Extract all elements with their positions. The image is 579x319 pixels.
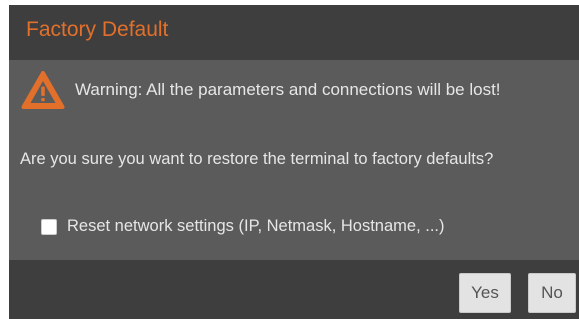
dialog-footer: Yes No: [9, 260, 579, 319]
reset-network-checkbox[interactable]: [41, 218, 57, 235]
confirmation-question: Are you sure you want to restore the ter…: [20, 150, 494, 168]
yes-button[interactable]: Yes: [459, 273, 511, 313]
warning-message: Warning: All the parameters and connecti…: [21, 69, 501, 111]
reset-network-label[interactable]: Reset network settings (IP, Netmask, Hos…: [67, 217, 445, 236]
factory-default-dialog: Factory Default Warning: All the paramet…: [9, 5, 579, 319]
no-button[interactable]: No: [528, 273, 576, 313]
dialog-titlebar: Factory Default: [9, 5, 579, 60]
warning-text: Warning: All the parameters and connecti…: [75, 80, 501, 99]
warning-triangle-icon: [21, 71, 65, 109]
dialog-title: Factory Default: [26, 18, 169, 41]
reset-network-option[interactable]: Reset network settings (IP, Netmask, Hos…: [41, 217, 445, 236]
